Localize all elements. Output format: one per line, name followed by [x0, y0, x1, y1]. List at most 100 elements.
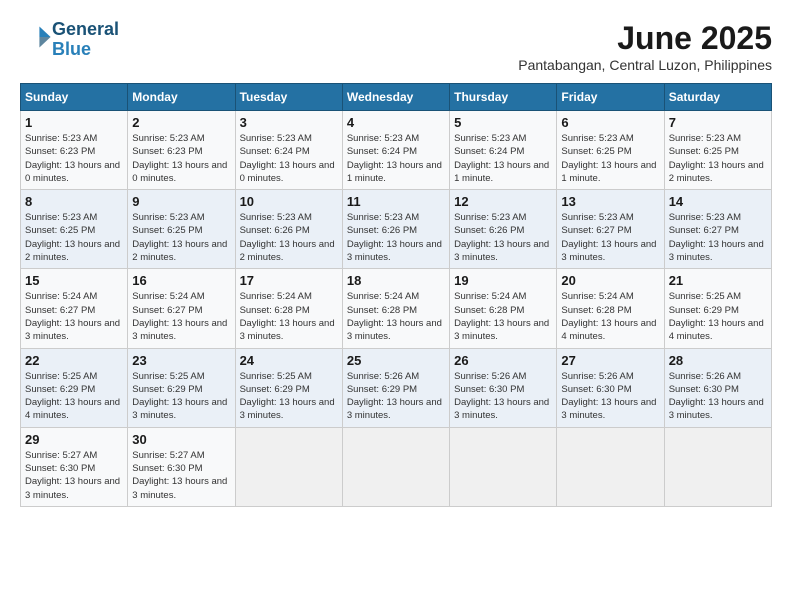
day-info: Sunrise: 5:23 AMSunset: 6:27 PMDaylight:… [669, 211, 767, 264]
day-info: Sunrise: 5:23 AMSunset: 6:25 PMDaylight:… [561, 132, 659, 185]
calendar-cell: 24Sunrise: 5:25 AMSunset: 6:29 PMDayligh… [235, 348, 342, 427]
day-number: 22 [25, 353, 123, 368]
calendar-cell: 5Sunrise: 5:23 AMSunset: 6:24 PMDaylight… [450, 111, 557, 190]
day-info: Sunrise: 5:23 AMSunset: 6:24 PMDaylight:… [347, 132, 445, 185]
logo: General Blue [20, 20, 119, 60]
day-number: 16 [132, 273, 230, 288]
calendar-cell: 22 Sunrise: 5:25 AMSunset: 6:29 PMDayligh… [21, 348, 128, 427]
day-number: 27 [561, 353, 659, 368]
calendar-cell: 18 Sunrise: 5:24 AMSunset: 6:28 PMDayligh… [342, 269, 449, 348]
day-number: 11 [347, 194, 445, 209]
calendar-week-row: 22 Sunrise: 5:25 AMSunset: 6:29 PMDayligh… [21, 348, 772, 427]
calendar-cell: 1Sunrise: 5:23 AMSunset: 6:23 PMDaylight… [21, 111, 128, 190]
day-info: Sunrise: 5:23 AMSunset: 6:24 PMDaylight:… [240, 132, 338, 185]
day-info: Sunrise: 5:24 AMSunset: 6:28 PMDaylight:… [347, 290, 445, 343]
day-number: 12 [454, 194, 552, 209]
day-info: Sunrise: 5:24 AMSunset: 6:27 PMDaylight:… [132, 290, 230, 343]
calendar-week-row: 29 Sunrise: 5:27 AMSunset: 6:30 PMDayligh… [21, 427, 772, 506]
day-info: Sunrise: 5:24 AMSunset: 6:27 PMDaylight:… [25, 290, 123, 343]
day-info: Sunrise: 5:25 AMSunset: 6:29 PMDaylight:… [240, 370, 338, 423]
title-block: June 2025 Pantabangan, Central Luzon, Ph… [518, 20, 772, 73]
day-number: 13 [561, 194, 659, 209]
day-info: Sunrise: 5:23 AMSunset: 6:25 PMDaylight:… [669, 132, 767, 185]
day-number: 8 [25, 194, 123, 209]
calendar-cell [450, 427, 557, 506]
day-info: Sunrise: 5:26 AMSunset: 6:30 PMDaylight:… [454, 370, 552, 423]
weekday-header-sunday: Sunday [21, 84, 128, 111]
day-number: 23 [132, 353, 230, 368]
calendar-cell: 13 Sunrise: 5:23 AMSunset: 6:27 PMDayligh… [557, 190, 664, 269]
day-number: 3 [240, 115, 338, 130]
day-info: Sunrise: 5:23 AMSunset: 6:23 PMDaylight:… [25, 132, 123, 185]
day-info: Sunrise: 5:23 AMSunset: 6:25 PMDaylight:… [132, 211, 230, 264]
calendar-cell: 15 Sunrise: 5:24 AMSunset: 6:27 PMDayligh… [21, 269, 128, 348]
calendar-cell: 17 Sunrise: 5:24 AMSunset: 6:28 PMDayligh… [235, 269, 342, 348]
day-number: 15 [25, 273, 123, 288]
calendar-cell [664, 427, 771, 506]
day-number: 2 [132, 115, 230, 130]
calendar-cell [342, 427, 449, 506]
day-number: 29 [25, 432, 123, 447]
day-info: Sunrise: 5:25 AMSunset: 6:29 PMDaylight:… [669, 290, 767, 343]
day-info: Sunrise: 5:26 AMSunset: 6:30 PMDaylight:… [561, 370, 659, 423]
weekday-header-thursday: Thursday [450, 84, 557, 111]
calendar-cell: 25 Sunrise: 5:26 AMSunset: 6:29 PMDayligh… [342, 348, 449, 427]
day-info: Sunrise: 5:23 AMSunset: 6:26 PMDaylight:… [347, 211, 445, 264]
day-info: Sunrise: 5:25 AMSunset: 6:29 PMDaylight:… [25, 370, 123, 423]
weekday-header-wednesday: Wednesday [342, 84, 449, 111]
calendar-cell: 27 Sunrise: 5:26 AMSunset: 6:30 PMDayligh… [557, 348, 664, 427]
day-number: 4 [347, 115, 445, 130]
day-info: Sunrise: 5:26 AMSunset: 6:29 PMDaylight:… [347, 370, 445, 423]
day-number: 30 [132, 432, 230, 447]
weekday-header-friday: Friday [557, 84, 664, 111]
calendar-cell [557, 427, 664, 506]
calendar-cell: 3 Sunrise: 5:23 AMSunset: 6:24 PMDaylight… [235, 111, 342, 190]
month-year-title: June 2025 [518, 20, 772, 57]
calendar-cell: 11 Sunrise: 5:23 AMSunset: 6:26 PMDayligh… [342, 190, 449, 269]
calendar-cell: 14Sunrise: 5:23 AMSunset: 6:27 PMDayligh… [664, 190, 771, 269]
calendar-header-row: SundayMondayTuesdayWednesdayThursdayFrid… [21, 84, 772, 111]
calendar-cell: 10 Sunrise: 5:23 AMSunset: 6:26 PMDayligh… [235, 190, 342, 269]
day-number: 9 [132, 194, 230, 209]
calendar-cell: 30 Sunrise: 5:27 AMSunset: 6:30 PMDayligh… [128, 427, 235, 506]
day-number: 5 [454, 115, 552, 130]
day-info: Sunrise: 5:23 AMSunset: 6:27 PMDaylight:… [561, 211, 659, 264]
day-number: 10 [240, 194, 338, 209]
logo-icon [24, 23, 52, 51]
day-number: 28 [669, 353, 767, 368]
day-info: Sunrise: 5:25 AMSunset: 6:29 PMDaylight:… [132, 370, 230, 423]
calendar-cell: 8 Sunrise: 5:23 AMSunset: 6:25 PMDaylight… [21, 190, 128, 269]
calendar-cell: 28Sunrise: 5:26 AMSunset: 6:30 PMDayligh… [664, 348, 771, 427]
day-number: 25 [347, 353, 445, 368]
day-number: 21 [669, 273, 767, 288]
header: General Blue June 2025 Pantabangan, Cent… [20, 20, 772, 73]
calendar-table: SundayMondayTuesdayWednesdayThursdayFrid… [20, 83, 772, 507]
day-info: Sunrise: 5:24 AMSunset: 6:28 PMDaylight:… [240, 290, 338, 343]
calendar-cell: 29 Sunrise: 5:27 AMSunset: 6:30 PMDayligh… [21, 427, 128, 506]
calendar-cell [235, 427, 342, 506]
calendar-cell: 7Sunrise: 5:23 AMSunset: 6:25 PMDaylight… [664, 111, 771, 190]
weekday-header-saturday: Saturday [664, 84, 771, 111]
day-number: 19 [454, 273, 552, 288]
day-info: Sunrise: 5:23 AMSunset: 6:26 PMDaylight:… [454, 211, 552, 264]
day-number: 18 [347, 273, 445, 288]
day-number: 20 [561, 273, 659, 288]
day-info: Sunrise: 5:24 AMSunset: 6:28 PMDaylight:… [561, 290, 659, 343]
calendar-cell: 26 Sunrise: 5:26 AMSunset: 6:30 PMDayligh… [450, 348, 557, 427]
day-info: Sunrise: 5:23 AMSunset: 6:25 PMDaylight:… [25, 211, 123, 264]
location-subtitle: Pantabangan, Central Luzon, Philippines [518, 57, 772, 73]
weekday-header-tuesday: Tuesday [235, 84, 342, 111]
calendar-cell: 16 Sunrise: 5:24 AMSunset: 6:27 PMDayligh… [128, 269, 235, 348]
day-info: Sunrise: 5:27 AMSunset: 6:30 PMDaylight:… [25, 449, 123, 502]
day-info: Sunrise: 5:23 AMSunset: 6:26 PMDaylight:… [240, 211, 338, 264]
calendar-week-row: 8 Sunrise: 5:23 AMSunset: 6:25 PMDaylight… [21, 190, 772, 269]
day-number: 6 [561, 115, 659, 130]
day-info: Sunrise: 5:24 AMSunset: 6:28 PMDaylight:… [454, 290, 552, 343]
day-number: 26 [454, 353, 552, 368]
day-info: Sunrise: 5:23 AMSunset: 6:23 PMDaylight:… [132, 132, 230, 185]
weekday-header-monday: Monday [128, 84, 235, 111]
calendar-cell: 23 Sunrise: 5:25 AMSunset: 6:29 PMDayligh… [128, 348, 235, 427]
day-info: Sunrise: 5:27 AMSunset: 6:30 PMDaylight:… [132, 449, 230, 502]
day-number: 17 [240, 273, 338, 288]
logo-general: General [52, 20, 119, 40]
